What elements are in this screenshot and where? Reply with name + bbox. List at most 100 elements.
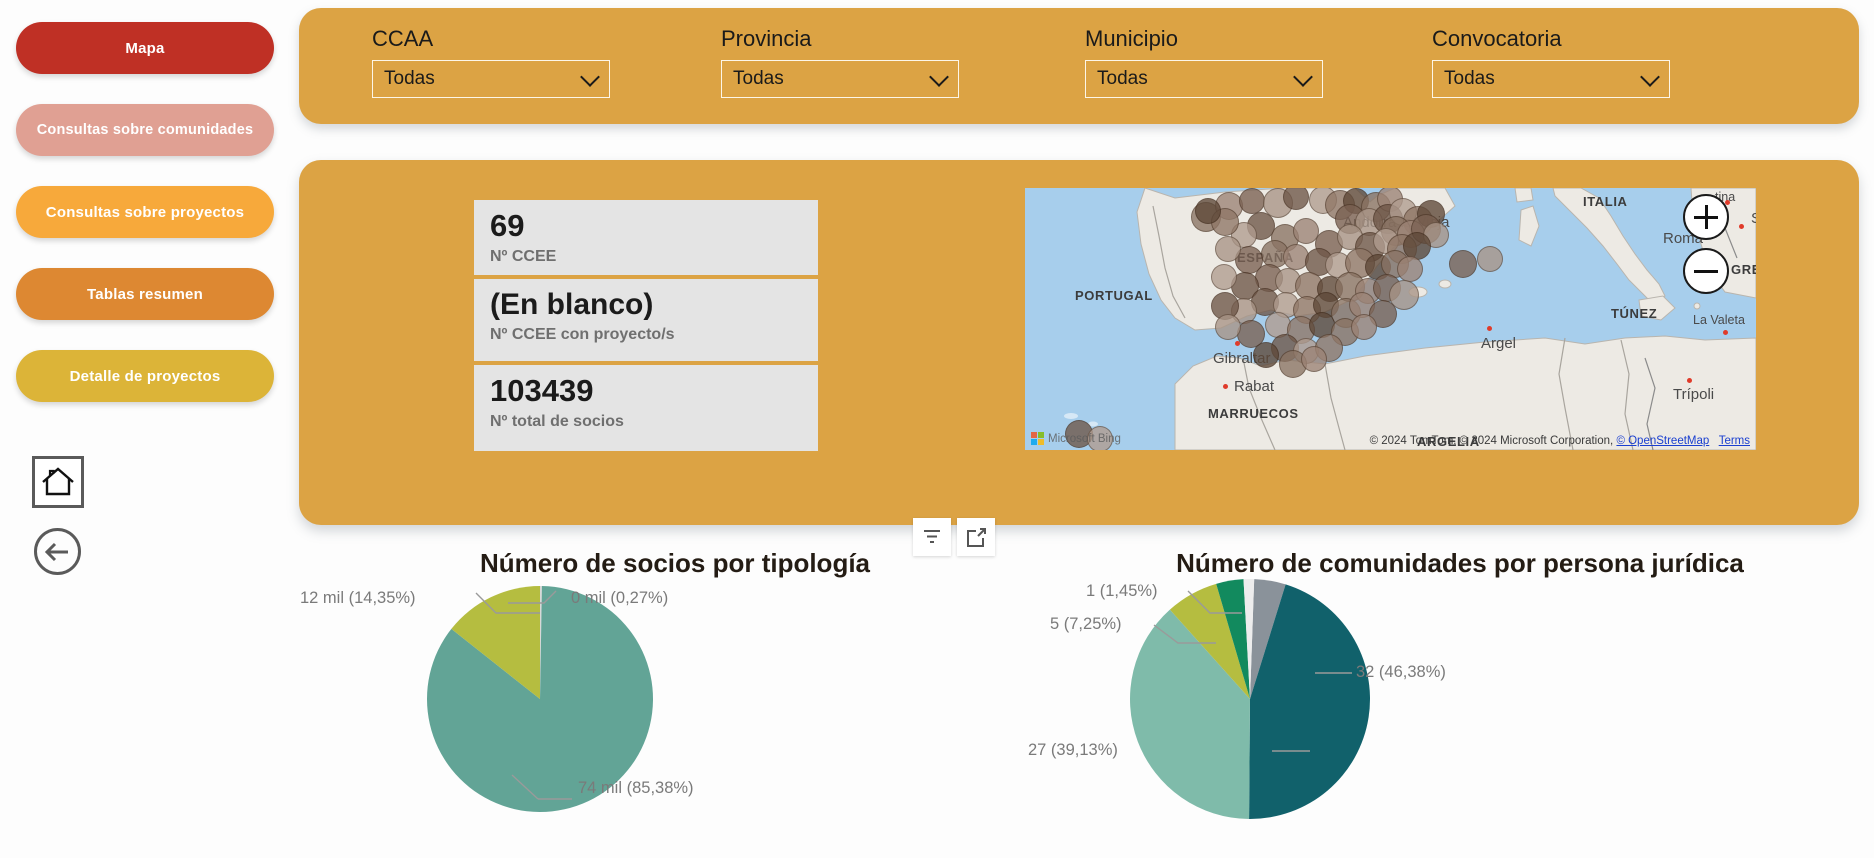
provincia-select-value: Todas xyxy=(733,68,784,89)
kpi-card-num-ccee[interactable]: 69 Nº CCEE xyxy=(474,200,818,275)
kpi-value: (En blanco) xyxy=(490,288,654,321)
map-attribution-text: © 2024 TomTom, © 2024 Microsoft Corporat… xyxy=(1369,435,1614,447)
map-country-label: TÚNEZ xyxy=(1611,306,1658,321)
map-city-dot xyxy=(1739,224,1744,229)
map-visual[interactable]: ESPAÑA PORTUGAL MARRUECOS ARGELIA ITALIA… xyxy=(1025,188,1756,450)
kpi-label: Nº CCEE xyxy=(490,247,557,265)
sidebar-item-label: Consultas sobre comunidades xyxy=(36,122,254,138)
map-bubble[interactable] xyxy=(1351,314,1377,340)
sidebar-item-label: Detalle de proyectos xyxy=(69,367,221,385)
map-zoom-out-button[interactable] xyxy=(1683,248,1729,294)
chevron-down-icon xyxy=(580,67,600,87)
pie-wrap: 12 mil (14,35%) 0 mil (0,27%) 74 mil (85… xyxy=(300,579,1040,829)
pie-slice-label: 12 mil (14,35%) xyxy=(300,589,416,607)
map-city-label: Argel xyxy=(1481,335,1517,352)
convocatoria-select[interactable]: Todas xyxy=(1432,60,1670,98)
main-panel: 69 Nº CCEE (En blanco) Nº CCEE con proye… xyxy=(299,160,1859,525)
chevron-down-icon xyxy=(929,67,949,87)
filter-group-convocatoria: Convocatoria Todas xyxy=(1432,26,1670,98)
map-city-label: Trípoli xyxy=(1673,386,1715,403)
filter-label: Convocatoria xyxy=(1432,26,1562,51)
sidebar-item-label: Consultas sobre proyectos xyxy=(45,203,245,221)
sidebar-item-tablas-resumen[interactable]: Tablas resumen xyxy=(16,268,274,320)
map-bubble[interactable] xyxy=(1301,346,1327,372)
sidebar-item-label: Tablas resumen xyxy=(87,285,203,303)
chart-title: Número de socios por tipología xyxy=(479,548,871,578)
map-bubble[interactable] xyxy=(1477,246,1503,272)
kpi-value: 69 xyxy=(490,208,525,243)
map-city-dot xyxy=(1687,378,1692,383)
pie-slice-label: 27 (39,13%) xyxy=(1028,741,1118,759)
map-bubble[interactable] xyxy=(1211,264,1237,290)
minus-icon xyxy=(1694,259,1718,283)
map-bubble[interactable] xyxy=(1195,198,1221,224)
kpi-value: 103439 xyxy=(490,373,594,408)
convocatoria-select-value: Todas xyxy=(1444,68,1495,89)
filter-group-municipio: Municipio Todas xyxy=(1085,26,1323,98)
ccaa-select[interactable]: Todas xyxy=(372,60,610,98)
map-bubble[interactable] xyxy=(1239,188,1265,214)
chart-comunidades-por-persona-juridica: Número de comunidades por persona jurídi… xyxy=(1028,548,1860,858)
kpi-label: Nº total de socios xyxy=(490,412,624,430)
filter-label: Provincia xyxy=(721,26,812,51)
map-city-label: La Valeta xyxy=(1693,313,1745,327)
municipio-select[interactable]: Todas xyxy=(1085,60,1323,98)
filter-panel: CCAA Todas Provincia Todas Municipio Tod… xyxy=(299,8,1859,124)
map-country-label: GRE xyxy=(1731,262,1756,277)
map-bubble[interactable] xyxy=(1253,342,1279,368)
dashboard-root: Mapa Consultas sobre comunidades Consult… xyxy=(0,0,1874,858)
filter-group-ccaa: CCAA Todas xyxy=(372,26,610,98)
filter-label: Municipio xyxy=(1085,26,1178,51)
map-bubble[interactable] xyxy=(1215,236,1241,262)
map-country-label: MARRUECOS xyxy=(1208,406,1299,421)
sidebar-item-mapa[interactable]: Mapa xyxy=(16,22,274,74)
map-country-label: PORTUGAL xyxy=(1075,288,1153,303)
sidebar-item-detalle-proyectos[interactable]: Detalle de proyectos xyxy=(16,350,274,402)
kpi-label: Nº CCEE con proyecto/s xyxy=(490,325,675,343)
sidebar-item-consultas-comunidades[interactable]: Consultas sobre comunidades xyxy=(16,104,274,156)
map-city-dot xyxy=(1723,330,1728,335)
kpi-card-total-socios[interactable]: 103439 Nº total de socios xyxy=(474,365,818,451)
home-button[interactable] xyxy=(32,456,84,508)
sidebar-item-label: Mapa xyxy=(125,39,165,57)
provincia-select[interactable]: Todas xyxy=(721,60,959,98)
map-bubble[interactable] xyxy=(1449,250,1477,278)
ccaa-select-value: Todas xyxy=(384,68,435,89)
bing-label: Microsoft Bing xyxy=(1048,432,1121,445)
sidebar-item-consultas-proyectos[interactable]: Consultas sobre proyectos xyxy=(16,186,274,238)
pie-slice-label: 32 (46,38%) xyxy=(1356,663,1446,681)
filter-icon xyxy=(924,530,940,543)
pie-slice-label: 5 (7,25%) xyxy=(1050,615,1122,633)
bing-logo: Microsoft Bing xyxy=(1031,432,1121,445)
chevron-down-icon xyxy=(1640,67,1660,87)
pie-svg-right xyxy=(1130,579,1370,819)
pie-slice-label: 1 (1,45%) xyxy=(1086,582,1158,600)
map-bubble[interactable] xyxy=(1215,314,1241,340)
focus-mode-icon xyxy=(966,527,986,547)
home-icon xyxy=(42,467,74,496)
terms-link[interactable]: Terms xyxy=(1719,435,1750,447)
filter-group-provincia: Provincia Todas xyxy=(721,26,959,98)
back-arrow-icon xyxy=(44,542,68,561)
plus-icon xyxy=(1694,205,1718,229)
pie-wrap: 1 (1,45%) 5 (7,25%) 32 (46,38%) 27 (39,1… xyxy=(1028,579,1860,829)
map-bubble[interactable] xyxy=(1397,256,1423,282)
map-attribution: © 2024 TomTom, © 2024 Microsoft Corporat… xyxy=(1370,435,1750,447)
map-city-label: S xyxy=(1751,210,1756,227)
filter-label: CCAA xyxy=(372,26,434,51)
pie-slice-label: 74 mil (85,38%) xyxy=(578,779,694,797)
municipio-select-value: Todas xyxy=(1097,68,1148,89)
chart-socios-por-tipologia: Número de socios por tipología 12 mil (1… xyxy=(300,548,1040,858)
back-button[interactable] xyxy=(34,528,81,575)
kpi-stack: 69 Nº CCEE (En blanco) Nº CCEE con proye… xyxy=(474,200,818,452)
openstreetmap-link[interactable]: © OpenStreetMap xyxy=(1616,435,1709,447)
map-city-dot xyxy=(1223,384,1228,389)
pie-slice-label: 0 mil (0,27%) xyxy=(571,589,669,607)
map-country-label: ITALIA xyxy=(1583,194,1628,209)
sidebar: Mapa Consultas sobre comunidades Consult… xyxy=(0,0,290,858)
map-city-label: Rabat xyxy=(1234,378,1275,395)
chart-title: Número de comunidades por persona jurídi… xyxy=(1176,548,1744,578)
map-zoom-in-button[interactable] xyxy=(1683,194,1729,240)
microsoft-logo-icon xyxy=(1031,432,1044,445)
kpi-card-ccee-con-proyectos[interactable]: (En blanco) Nº CCEE con proyecto/s xyxy=(474,279,818,361)
